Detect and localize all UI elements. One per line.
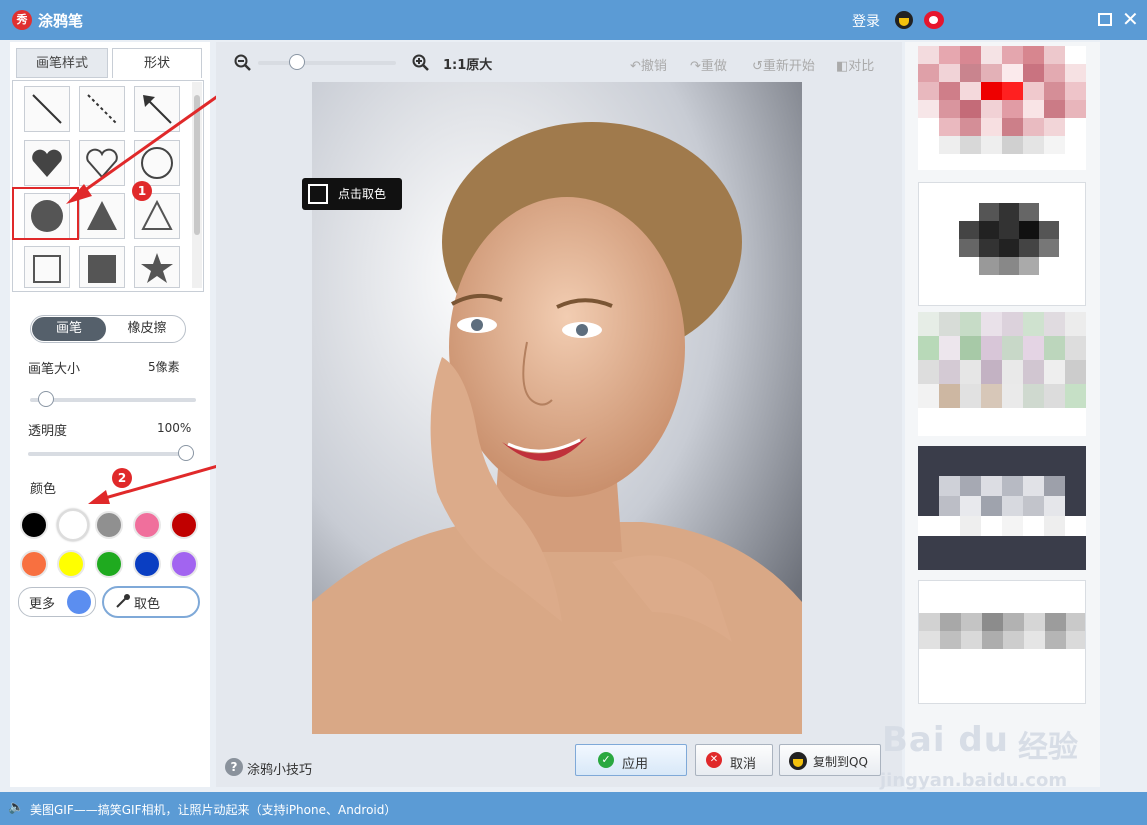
brush-size-slider[interactable] <box>30 398 196 402</box>
app-icon: 秀 <box>12 10 32 30</box>
checkmark-icon: ✓ <box>598 752 614 768</box>
qq-icon <box>789 752 807 770</box>
pick-color-label: 取色 <box>134 597 161 612</box>
tips-link[interactable]: 涂鸦小技巧 <box>247 759 312 778</box>
apply-label: 应用 <box>622 757 649 772</box>
brush-size-value: 5像素 <box>148 360 180 374</box>
promo-link[interactable]: 美图GIF——搞笑GIF相机，让照片动起来（支持iPhone、Android） <box>30 801 396 818</box>
sticker-thumbnail[interactable] <box>918 312 1086 436</box>
pick-color-tooltip: 点击取色 <box>302 178 402 210</box>
zoom-out-icon[interactable] <box>234 54 252 72</box>
color-swatch-dark-red[interactable] <box>170 511 198 539</box>
opacity-label: 透明度 <box>28 424 68 439</box>
shape-square-outline[interactable] <box>24 246 70 288</box>
cancel-icon: ✕ <box>706 752 722 768</box>
tab-brush-style[interactable]: 画笔样式 <box>16 48 108 78</box>
redo-icon: ↷ <box>690 59 701 74</box>
color-swatch-yellow[interactable] <box>57 550 85 578</box>
picked-color-preview <box>308 184 328 204</box>
eyedropper-icon <box>116 594 130 608</box>
brush-size-label: 画笔大小 <box>28 362 81 377</box>
current-color-swatch[interactable] <box>67 590 91 614</box>
weibo-icon[interactable] <box>924 11 944 29</box>
restart-label: 重新开始 <box>762 59 815 74</box>
opacity-value: 100% <box>157 421 192 435</box>
redo-label: 重做 <box>700 59 727 74</box>
status-bar: 🔈 美图GIF——搞笑GIF相机，让照片动起来（支持iPhone、Android… <box>0 792 1147 825</box>
restart-icon: ↺ <box>752 59 763 74</box>
sticker-thumbnail[interactable] <box>918 446 1086 570</box>
restart-button[interactable]: ↺重新开始 <box>752 55 815 74</box>
pick-color-tooltip-text: 点击取色 <box>338 187 387 201</box>
cancel-label: 取消 <box>730 757 757 772</box>
color-swatch-pink[interactable] <box>133 511 161 539</box>
tab-shape[interactable]: 形状 <box>112 48 202 78</box>
color-swatch-blue[interactable] <box>133 550 161 578</box>
compare-label: 对比 <box>848 59 875 74</box>
window-title: 涂鸦笔 <box>38 12 84 30</box>
undo-label: 撤销 <box>640 59 667 74</box>
brush-mode-button[interactable]: 画笔 <box>32 317 106 341</box>
copy-to-qq-label: 复制到QQ <box>813 755 868 769</box>
more-colors-label: 更多 <box>29 597 56 612</box>
watermark-logo: Bai du <box>882 720 1009 760</box>
close-icon[interactable]: ✕ <box>1122 9 1139 29</box>
brush-size-knob[interactable] <box>37 391 54 407</box>
color-swatch-white[interactable] <box>57 509 89 541</box>
undo-button[interactable]: ↶撤销 <box>630 55 667 74</box>
zoom-knob[interactable] <box>288 54 305 70</box>
sticker-thumbnail[interactable] <box>918 182 1086 306</box>
toolbar: 1:1原大 ↶撤销 ↷重做 ↺重新开始 ◧对比 <box>216 44 902 82</box>
watermark-brand: 经验 <box>1018 730 1078 765</box>
undo-icon: ↶ <box>630 59 641 74</box>
sticker-thumbnail[interactable] <box>918 580 1086 704</box>
color-swatch-purple[interactable] <box>170 550 198 578</box>
redo-button[interactable]: ↷重做 <box>690 55 727 74</box>
watermark-url: jingyan.baidu.com <box>880 770 1068 791</box>
cancel-button[interactable]: ✕ 取消 <box>695 744 773 776</box>
speaker-icon: 🔈 <box>8 800 25 815</box>
color-swatch-black[interactable] <box>20 511 48 539</box>
annotation-badge-1: 1 <box>132 181 152 201</box>
login-link[interactable]: 登录 <box>852 11 880 31</box>
color-swatch-orange[interactable] <box>20 550 48 578</box>
copy-to-qq-button[interactable]: 复制到QQ <box>779 744 881 776</box>
compare-icon: ◧ <box>836 59 849 74</box>
sticker-thumbnail[interactable] <box>918 46 1086 170</box>
shape-star-filled[interactable] <box>134 246 180 288</box>
maximize-icon[interactable] <box>1098 13 1112 26</box>
eraser-mode-button[interactable]: 橡皮擦 <box>110 317 184 341</box>
apply-button[interactable]: ✓ 应用 <box>575 744 687 776</box>
color-swatch-green[interactable] <box>95 550 123 578</box>
title-bar: 秀 涂鸦笔 登录 ✕ <box>0 0 1147 40</box>
help-icon[interactable]: ? <box>225 758 243 776</box>
shape-square-filled[interactable] <box>79 246 125 288</box>
zoom-slider[interactable] <box>258 61 396 65</box>
zoom-original-button[interactable]: 1:1原大 <box>443 54 492 73</box>
qq-icon[interactable] <box>895 11 913 29</box>
color-label: 颜色 <box>30 482 57 497</box>
zoom-in-icon[interactable] <box>412 54 430 72</box>
color-swatch-gray[interactable] <box>95 511 123 539</box>
compare-button[interactable]: ◧对比 <box>836 55 874 74</box>
